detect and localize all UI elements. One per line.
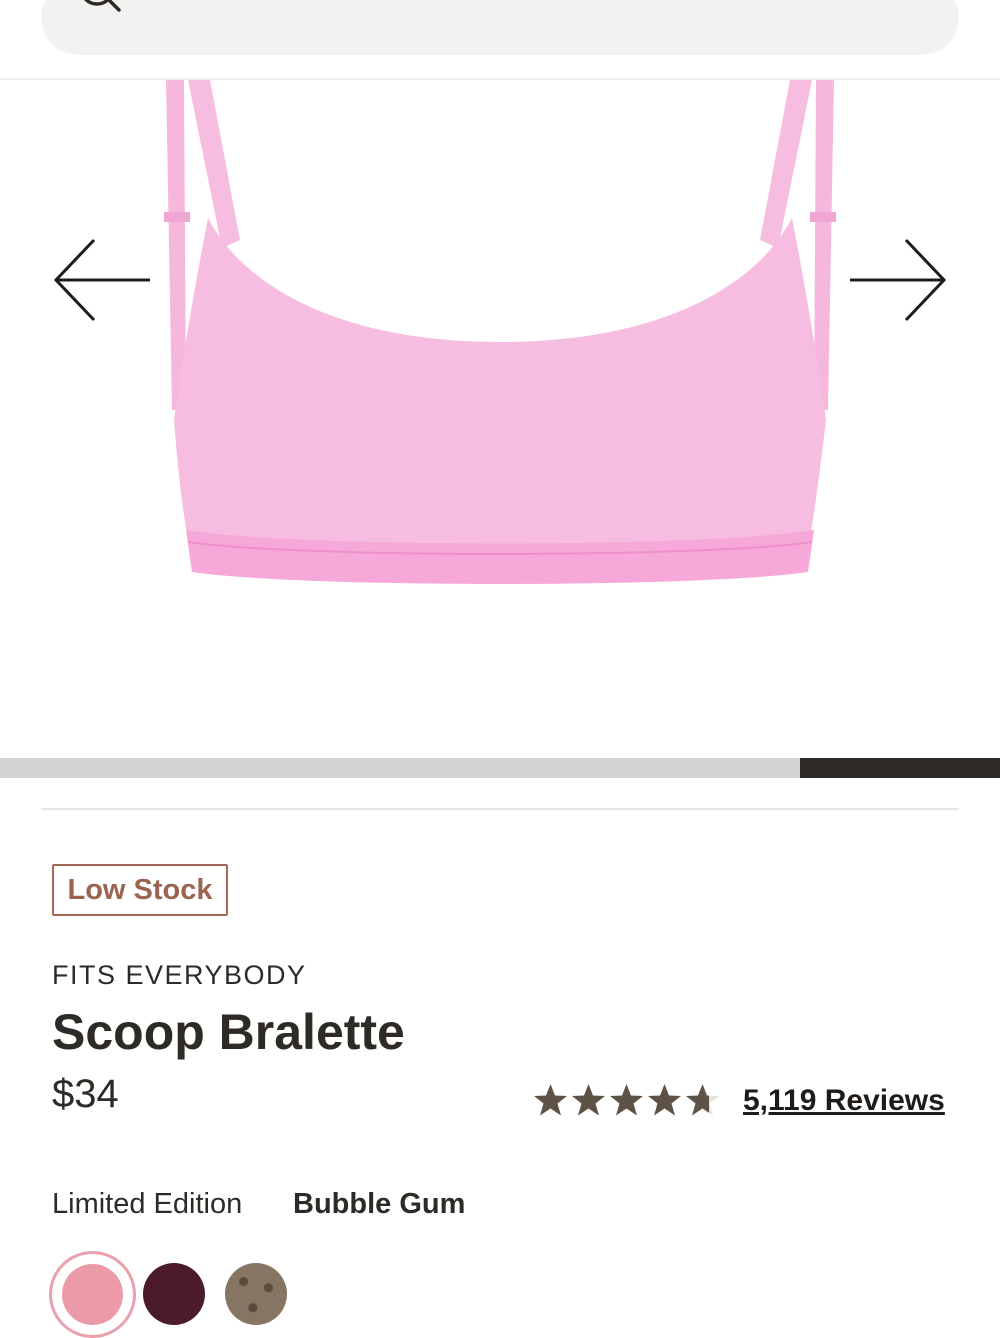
star-icon [534,1083,567,1115]
collection-name: FITS EVERYBODY [52,960,307,990]
search-input[interactable]: Search [145,0,262,8]
gallery-progress-fill [800,758,1000,778]
star-icon [648,1083,681,1115]
previous-arrow-icon[interactable] [52,236,152,326]
reviews-link[interactable]: 5,119 Reviews [743,1084,945,1118]
star-icon [686,1083,719,1115]
bralette-image [164,80,836,584]
product-title: Scoop Bralette [52,1004,405,1060]
color-name: Bubble Gum [293,1188,466,1220]
product-price: $34 [52,1072,119,1116]
search-header: Search [0,0,1000,80]
rating-stars[interactable] [532,1080,721,1120]
swatch-plum[interactable] [143,1263,205,1325]
gallery-progress-bar[interactable] [0,758,1000,778]
star-icon [572,1083,605,1115]
color-label: Limited Edition [52,1188,243,1220]
next-arrow-icon[interactable] [848,236,948,326]
star-icon [610,1083,643,1115]
search-icon [75,0,123,28]
swatch-bubble-gum[interactable] [62,1264,123,1325]
stock-badge: Low Stock [52,864,228,916]
search-bar[interactable]: Search [41,0,959,55]
divider [41,808,959,810]
swatch-leopard[interactable] [225,1263,287,1325]
product-image[interactable] [0,80,1000,760]
